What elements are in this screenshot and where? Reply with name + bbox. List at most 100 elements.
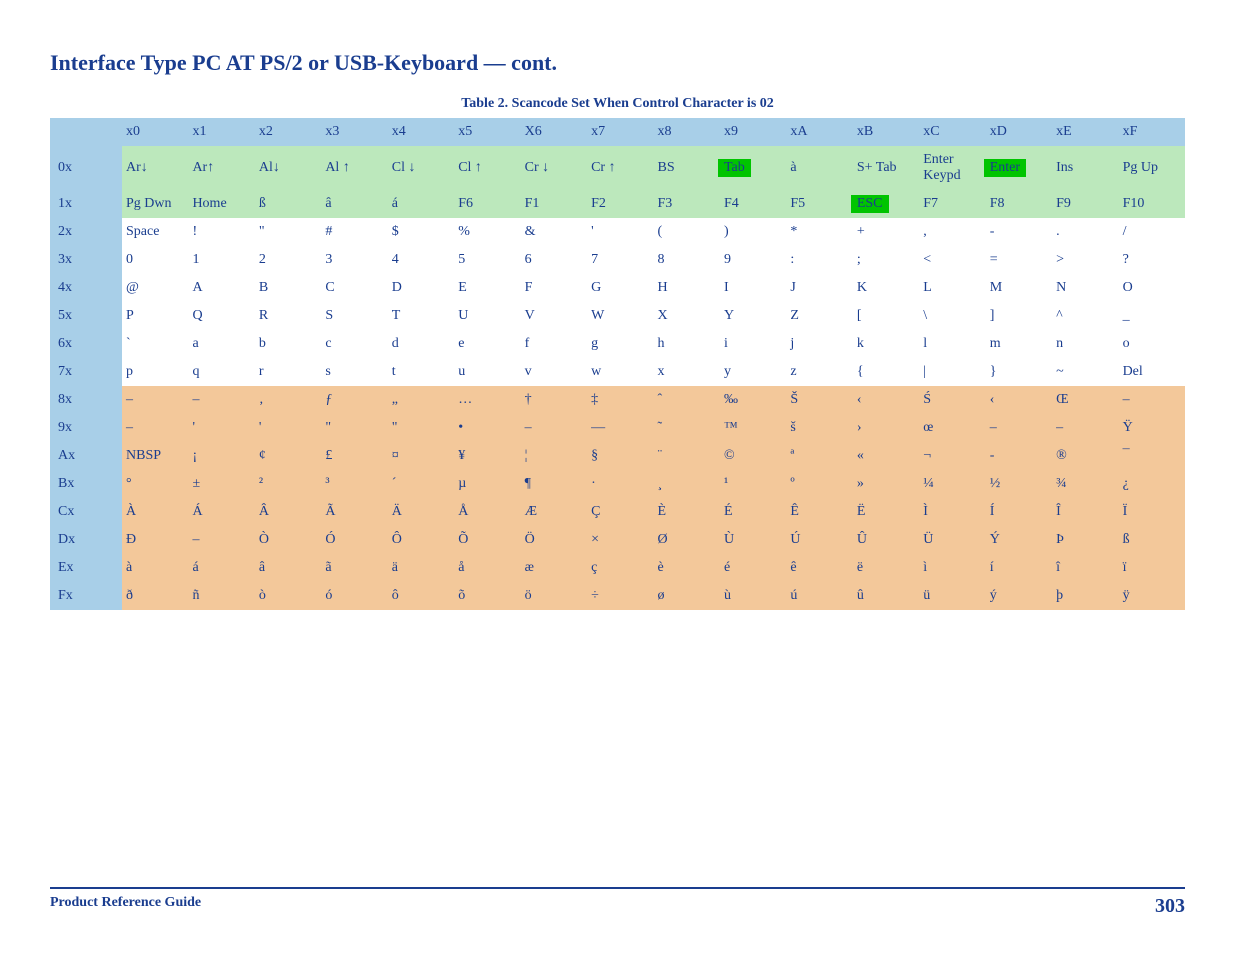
row-header: Bx [50,470,122,498]
cell: Tab [720,146,786,190]
cell: â [321,190,387,218]
table-header-row: x0x1x2x3x4x5X6x7x8x9xAxBxCxDxExF [50,118,1185,146]
cell: S [321,302,387,330]
cell: 1 [188,246,254,274]
cell: Î [1052,498,1118,526]
cell: Ins [1052,146,1118,190]
cell: Õ [454,526,520,554]
cell: ä [388,554,454,582]
cell: Ar↑ [188,146,254,190]
cell: Ar↓ [122,146,188,190]
column-header: xD [986,118,1052,146]
cell: ê [786,554,852,582]
cell: V [521,302,587,330]
cell: – [986,414,1052,442]
cell: ˆ [654,386,720,414]
cell: + [853,218,919,246]
column-header: x5 [454,118,520,146]
cell: v [521,358,587,386]
cell: ÷ [587,582,653,610]
cell: á [388,190,454,218]
cell: ] [986,302,1052,330]
cell: © [720,442,786,470]
cell: Û [853,526,919,554]
cell: Ö [521,526,587,554]
cell: õ [454,582,520,610]
cell: Ã [321,498,387,526]
cell: ! [188,218,254,246]
cell: × [587,526,653,554]
cell: ½ [986,470,1052,498]
cell: æ [521,554,587,582]
cell: 5 [454,246,520,274]
cell: k [853,330,919,358]
cell: â [255,554,321,582]
cell: s [321,358,387,386]
cell: { [853,358,919,386]
cell: x [654,358,720,386]
cell: P [122,302,188,330]
cell: F5 [786,190,852,218]
cell: – [188,386,254,414]
cell: M [986,274,1052,302]
cell: º [786,470,852,498]
row-header: Ax [50,442,122,470]
cell: Å [454,498,520,526]
cell: J [786,274,852,302]
table-row: DxÐ–ÒÓÔÕÖ×ØÙÚÛÜÝÞß [50,526,1185,554]
row-header: 6x [50,330,122,358]
cell: ü [919,582,985,610]
cell: Ä [388,498,454,526]
cell: ï [1119,554,1185,582]
cell: ´ [388,470,454,498]
cell: ¥ [454,442,520,470]
cell: ^ [1052,302,1118,330]
cell: Á [188,498,254,526]
cell: q [188,358,254,386]
cell: b [255,330,321,358]
cell: è [654,554,720,582]
cell: N [1052,274,1118,302]
cell: • [454,414,520,442]
row-header: 7x [50,358,122,386]
cell: o [1119,330,1185,358]
table-row: 3x0123456789:;<=>? [50,246,1185,274]
column-header: x1 [188,118,254,146]
column-header: x2 [255,118,321,146]
cell: é [720,554,786,582]
cell: – [521,414,587,442]
cell: š [786,414,852,442]
cell: ò [255,582,321,610]
cell: ô [388,582,454,610]
page-title: Interface Type PC AT PS/2 or USB-Keyboar… [50,50,1185,76]
page-footer: Product Reference Guide 303 [50,887,1185,918]
row-header: 5x [50,302,122,330]
cell: ± [188,470,254,498]
column-header: x0 [122,118,188,146]
cell: ‡ [587,386,653,414]
cell: Enter [986,146,1052,190]
cell: † [521,386,587,414]
cell: \ [919,302,985,330]
cell: ß [1119,526,1185,554]
scancode-table: x0x1x2x3x4x5X6x7x8x9xAxBxCxDxExF0xAr↓Ar↑… [50,118,1185,610]
cell: 4 [388,246,454,274]
cell: NBSP [122,442,188,470]
table-row: 0xAr↓Ar↑Al↓Al ↑Cl ↓Cl ↑Cr ↓Cr ↑BSTabàS+ … [50,146,1185,190]
cell: & [521,218,587,246]
cell: ð [122,582,188,610]
cell: Al ↑ [321,146,387,190]
cell: « [853,442,919,470]
cell: ¨ [654,442,720,470]
cell: î [1052,554,1118,582]
cell: F7 [919,190,985,218]
footer-guide: Product Reference Guide [50,895,201,918]
row-header: Ex [50,554,122,582]
cell: ESC [853,190,919,218]
cell: Ü [919,526,985,554]
cell: Ì [919,498,985,526]
cell: ² [255,470,321,498]
cell: ³ [321,470,387,498]
column-header: x9 [720,118,786,146]
cell: À [122,498,188,526]
